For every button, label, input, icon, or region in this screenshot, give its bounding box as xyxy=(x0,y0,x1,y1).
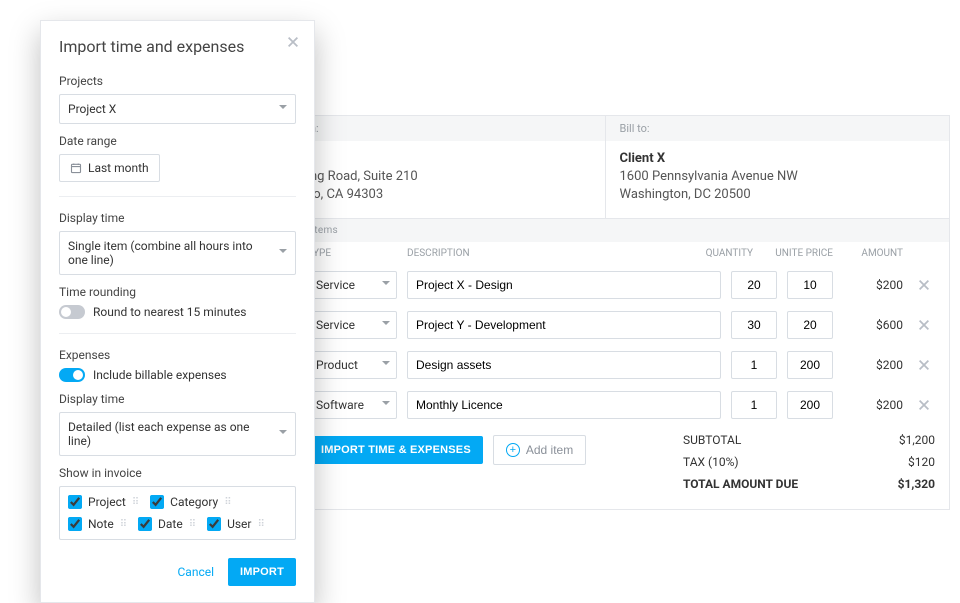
bill-to-name: Client X xyxy=(620,151,936,166)
row-delete-icon[interactable] xyxy=(913,398,935,412)
daterange-label: Date range xyxy=(59,134,296,148)
divider xyxy=(59,196,296,197)
row-delete-icon[interactable] xyxy=(913,358,935,372)
row-amount: $200 xyxy=(843,358,903,372)
plus-circle-icon: + xyxy=(506,443,520,457)
row-desc-input[interactable] xyxy=(407,391,721,419)
row-price-input[interactable] xyxy=(787,351,833,379)
bill-from-line2: …lo Alto, CA 94303 xyxy=(275,186,591,204)
bill-to-label: Bill to: xyxy=(606,116,950,141)
projects-select[interactable]: Project X xyxy=(59,94,296,124)
tax-label: TAX (10%) xyxy=(683,455,739,469)
expenses-label: Expenses xyxy=(59,348,296,362)
chip-category-checkbox[interactable] xyxy=(150,495,164,509)
invoice-columns-header: TYPE DESCRIPTION QUANTITY UNITE PRICE AM… xyxy=(261,242,949,265)
invoice-row: Service $600 xyxy=(261,305,949,345)
row-desc-input[interactable] xyxy=(407,351,721,379)
chip-note[interactable]: Note⠿ xyxy=(68,517,126,531)
import-time-expenses-button[interactable]: IMPORT TIME & EXPENSES xyxy=(309,436,483,464)
drag-dots-icon[interactable]: ⠿ xyxy=(257,519,263,530)
invoice-panel: Bill from: …DING …0 Geng Road, Suite 210… xyxy=(260,115,950,510)
col-qty: QUANTITY xyxy=(703,248,753,259)
col-type: TYPE xyxy=(307,248,397,259)
modal-footer: Cancel IMPORT xyxy=(59,558,296,586)
chip-user-checkbox[interactable] xyxy=(207,517,221,531)
chip-note-checkbox[interactable] xyxy=(68,517,82,531)
chip-date-checkbox[interactable] xyxy=(138,517,152,531)
invoice-totals: SUBTOTAL $1,200 TAX (10%) $120 TOTAL AMOUN… xyxy=(669,425,949,509)
bill-from-line1: …0 Geng Road, Suite 210 xyxy=(275,168,591,186)
row-type-select[interactable]: Software xyxy=(307,391,397,419)
row-type-select[interactable]: Service xyxy=(307,271,397,299)
col-price: UNITE PRICE xyxy=(763,248,833,259)
row-desc-input[interactable] xyxy=(407,311,721,339)
chip-date[interactable]: Date⠿ xyxy=(138,517,195,531)
display-time-select[interactable]: Single item (combine all hours into one … xyxy=(59,231,296,275)
drag-dots-icon[interactable]: ⠿ xyxy=(132,497,138,508)
col-desc: DESCRIPTION xyxy=(407,248,693,259)
daterange-picker[interactable]: Last month xyxy=(59,154,160,182)
bill-to-line1: 1600 Pennsylvania Avenue NW xyxy=(620,168,936,186)
row-price-input[interactable] xyxy=(787,391,833,419)
row-price-input[interactable] xyxy=(787,311,833,339)
invoice-header: Bill from: …DING …0 Geng Road, Suite 210… xyxy=(261,116,949,219)
bill-from-name: …DING xyxy=(275,151,591,166)
subtotal-value: $1,200 xyxy=(899,433,935,447)
row-type-select[interactable]: Service xyxy=(307,311,397,339)
invoice-row: Product $200 xyxy=(261,345,949,385)
chip-user[interactable]: User⠿ xyxy=(207,517,264,531)
display-exp-label: Display time xyxy=(59,392,296,406)
row-amount: $200 xyxy=(843,398,903,412)
rounding-toggle[interactable] xyxy=(59,305,85,319)
rounding-text: Round to nearest 15 minutes xyxy=(93,305,246,319)
row-amount: $200 xyxy=(843,278,903,292)
row-price-input[interactable] xyxy=(787,271,833,299)
row-amount: $600 xyxy=(843,318,903,332)
row-qty-input[interactable] xyxy=(731,351,777,379)
drag-dots-icon[interactable]: ⠿ xyxy=(120,519,126,530)
tax-value: $120 xyxy=(908,455,935,469)
rounding-label: Time rounding xyxy=(59,285,296,299)
cancel-button[interactable]: Cancel xyxy=(177,565,214,579)
row-qty-input[interactable] xyxy=(731,271,777,299)
bill-to-line2: Washington, DC 20500 xyxy=(620,186,936,204)
row-qty-input[interactable] xyxy=(731,391,777,419)
close-icon[interactable] xyxy=(286,35,300,53)
subtotal-label: SUBTOTAL xyxy=(683,433,741,447)
invoice-items-header: Invoice items xyxy=(261,219,949,242)
import-button[interactable]: IMPORT xyxy=(228,558,296,586)
total-value: $1,320 xyxy=(898,477,935,491)
divider xyxy=(59,333,296,334)
display-time-label: Display time xyxy=(59,211,296,225)
show-in-invoice-chips: Project⠿ Category⠿ Note⠿ Date⠿ User⠿ xyxy=(59,486,296,540)
display-exp-select[interactable]: Detailed (list each expense as one line) xyxy=(59,412,296,456)
chip-project-checkbox[interactable] xyxy=(68,495,82,509)
daterange-value: Last month xyxy=(88,161,149,175)
import-modal: Import time and expenses Projects Projec… xyxy=(40,20,315,603)
invoice-row: Service $200 xyxy=(261,265,949,305)
invoice-row: Software $200 xyxy=(261,385,949,425)
drag-dots-icon[interactable]: ⠿ xyxy=(224,497,230,508)
row-qty-input[interactable] xyxy=(731,311,777,339)
billable-expenses-text: Include billable expenses xyxy=(93,368,227,382)
col-amt: AMOUNT xyxy=(843,248,903,259)
row-delete-icon[interactable] xyxy=(913,318,935,332)
billable-expenses-toggle[interactable] xyxy=(59,368,85,382)
modal-title: Import time and expenses xyxy=(59,37,296,56)
row-delete-icon[interactable] xyxy=(913,278,935,292)
bill-to-col: Bill to: Client X 1600 Pennsylvania Aven… xyxy=(605,116,950,218)
total-label: TOTAL AMOUNT DUE xyxy=(683,477,798,491)
projects-label: Projects xyxy=(59,74,296,88)
row-desc-input[interactable] xyxy=(407,271,721,299)
show-in-invoice-label: Show in invoice xyxy=(59,466,296,480)
add-item-label: Add item xyxy=(526,443,573,457)
row-type-select[interactable]: Product xyxy=(307,351,397,379)
chip-project[interactable]: Project⠿ xyxy=(68,495,138,509)
add-item-button[interactable]: + Add item xyxy=(493,435,586,465)
chip-category[interactable]: Category⠿ xyxy=(150,495,230,509)
calendar-icon xyxy=(70,162,82,174)
drag-dots-icon[interactable]: ⠿ xyxy=(189,519,195,530)
